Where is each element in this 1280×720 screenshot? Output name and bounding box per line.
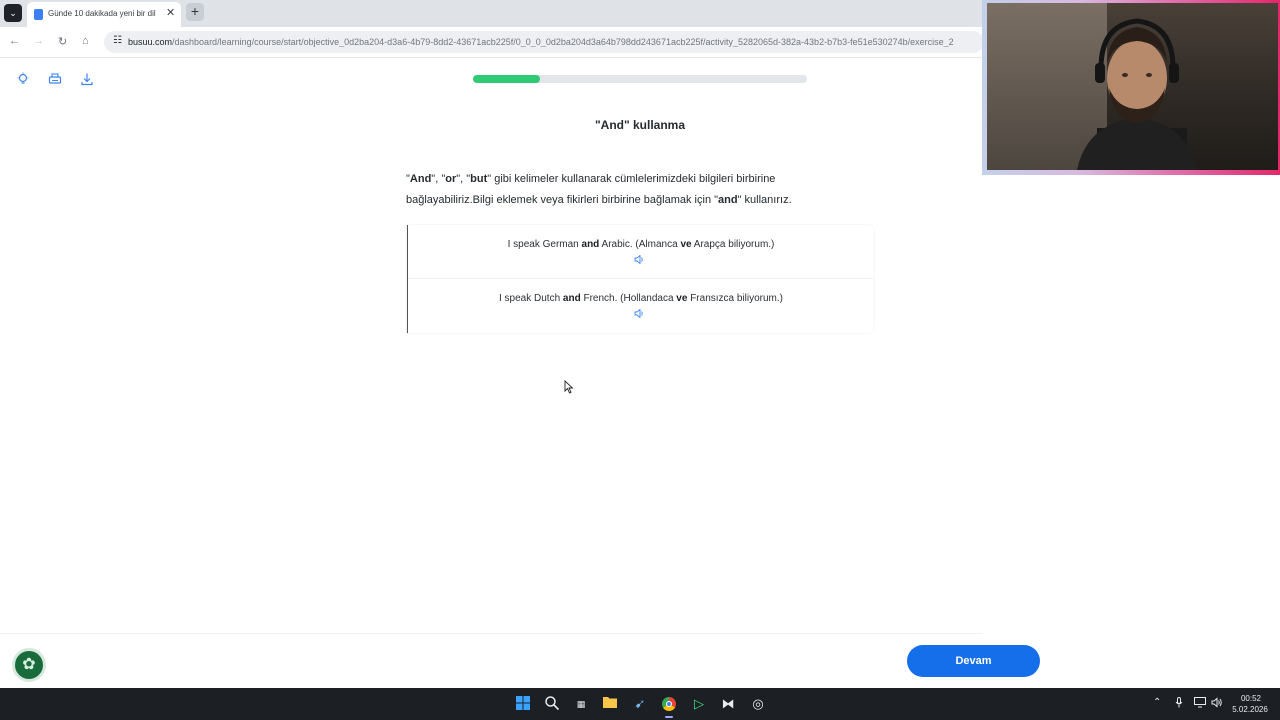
example-bold: ve — [680, 239, 692, 250]
address-bar[interactable]: ☷ busuu.com/dashboard/learning/course/st… — [104, 31, 984, 53]
example-bold: ve — [676, 293, 688, 304]
explanation-bold-word: and — [718, 194, 738, 206]
network-icon[interactable] — [1194, 697, 1206, 711]
back-icon[interactable]: ← — [9, 35, 20, 47]
chrome-logo-center — [666, 701, 672, 707]
browser-tab-active[interactable]: Günde 10 dakikada yeni bir dil ✕ — [27, 2, 181, 27]
lightbulb-icon[interactable] — [16, 72, 30, 89]
example-text: Arapça biliyorum.) — [691, 239, 775, 250]
home-icon[interactable]: ⌂ — [82, 35, 89, 47]
busuu-favicon-icon — [34, 9, 43, 20]
examples-card: I speak German and Arabic. (Almanca ve A… — [407, 225, 874, 333]
tab-search-icon[interactable]: ⌄ — [4, 4, 22, 22]
steam-icon[interactable]: ➹ — [631, 695, 649, 713]
tab-title: Günde 10 dakikada yeni bir dil — [48, 9, 156, 18]
webcam-video — [987, 3, 1278, 170]
clock-date[interactable]: 5.02.2026 — [1228, 705, 1272, 714]
grammar-explanation: "And", "or", "but" gibi kelimeler kullan… — [406, 169, 846, 211]
url-text: busuu.com/dashboard/learning/course/star… — [128, 37, 978, 47]
explanation-bold-word: but — [470, 173, 488, 185]
speaker-icon[interactable] — [634, 254, 645, 266]
mouse-cursor-icon — [564, 379, 574, 397]
example-row: I speak Dutch and French. (Hollandaca ve… — [408, 279, 874, 333]
explanation-text: ", " — [456, 173, 471, 185]
speaker-icon[interactable] — [634, 308, 645, 320]
file-explorer-icon[interactable] — [601, 695, 619, 713]
example-text: French. (Hollandaca — [580, 293, 677, 304]
example-row: I speak German and Arabic. (Almanca ve A… — [408, 225, 874, 279]
forward-icon[interactable]: → — [33, 35, 44, 47]
example-sentence: I speak German and Arabic. (Almanca ve A… — [408, 239, 874, 250]
example-text: Arabic. (Almanca — [599, 239, 681, 250]
microphone-icon[interactable] — [1175, 697, 1183, 711]
site-info-icon[interactable]: ☷ — [113, 35, 122, 46]
lesson-progress-fill — [473, 75, 540, 83]
footer-divider — [0, 633, 982, 634]
volume-icon[interactable] — [1211, 697, 1223, 711]
explanation-text: " kullanırız. — [737, 194, 792, 206]
print-icon[interactable] — [48, 72, 62, 89]
cookie-settings-button[interactable]: ✿ — [12, 648, 46, 682]
explanation-bold-word: or — [445, 173, 457, 185]
url-path: /dashboard/learning/course/start/objecti… — [172, 37, 954, 47]
close-tab-icon[interactable]: ✕ — [166, 6, 175, 19]
lesson-title: "And" kullanma — [594, 118, 686, 132]
chrome-icon[interactable] — [660, 695, 678, 713]
terminal-icon[interactable]: ▦ — [572, 695, 590, 713]
obs-icon[interactable]: ◎ — [749, 695, 767, 713]
windows-taskbar: ▦ ➹ ▷ ⧓ ◎ ⌃ 00:52 5.02.2026 — [0, 688, 1280, 720]
example-text: I speak German — [507, 239, 582, 250]
webcam-overlay — [982, 0, 1280, 175]
example-bold: and — [581, 239, 600, 250]
streamer-image — [1077, 18, 1197, 170]
reload-icon[interactable]: ↻ — [58, 35, 67, 48]
example-sentence: I speak Dutch and French. (Hollandaca ve… — [408, 293, 874, 304]
download-icon[interactable] — [80, 72, 94, 89]
url-domain: busuu.com — [128, 37, 173, 47]
explanation-text: ", " — [431, 173, 446, 185]
windows-start-icon[interactable] — [514, 695, 532, 713]
cookie-icon: ✿ — [22, 656, 36, 673]
clock-time[interactable]: 00:52 — [1232, 694, 1270, 703]
play-store-icon[interactable]: ▷ — [690, 695, 708, 713]
continue-button[interactable]: Devam — [907, 645, 1040, 677]
tray-chevron-icon[interactable]: ⌃ — [1153, 697, 1161, 708]
active-app-indicator — [665, 716, 673, 718]
explanation-bold-word: And — [409, 173, 432, 185]
example-bold: and — [562, 293, 581, 304]
capcut-icon[interactable]: ⧓ — [719, 695, 737, 713]
example-text: Fransızca biliyorum.) — [687, 293, 783, 304]
search-icon[interactable] — [543, 695, 561, 713]
lesson-progress-bar — [473, 75, 807, 83]
example-text: I speak Dutch — [498, 293, 563, 304]
new-tab-button[interactable]: + — [186, 3, 204, 21]
